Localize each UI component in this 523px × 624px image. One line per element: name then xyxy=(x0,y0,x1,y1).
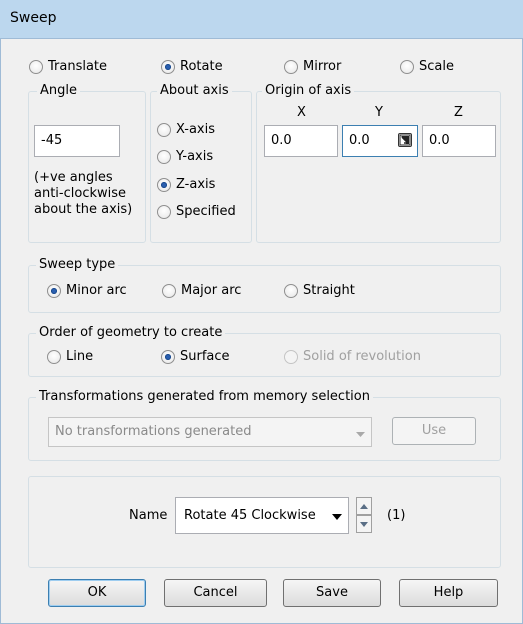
radio-straight-label: Straight xyxy=(303,283,355,298)
transformations-dropdown-value: No transformations generated xyxy=(55,424,252,439)
radio-line[interactable] xyxy=(47,350,61,364)
use-button[interactable]: Use xyxy=(392,417,476,445)
radio-y-axis[interactable] xyxy=(157,150,171,164)
spin-down-icon xyxy=(360,522,368,527)
radio-surface-label: Surface xyxy=(180,349,230,364)
origin-x-label: X xyxy=(297,105,306,120)
ok-button[interactable]: OK xyxy=(48,579,146,607)
radio-scale-label: Scale xyxy=(419,59,454,74)
title-bar[interactable] xyxy=(0,0,523,39)
radio-scale[interactable] xyxy=(400,60,414,74)
name-label: Name xyxy=(129,508,168,523)
radio-minor-arc[interactable] xyxy=(47,284,61,298)
radio-solid-of-revolution-label: Solid of revolution xyxy=(303,349,421,364)
radio-rotate[interactable] xyxy=(161,60,175,74)
origin-z-label: Z xyxy=(454,105,463,120)
radio-translate[interactable] xyxy=(29,60,43,74)
radio-y-axis-label: Y-axis xyxy=(176,149,214,164)
radio-minor-arc-label: Minor arc xyxy=(66,283,127,298)
spin-up-button[interactable] xyxy=(356,497,372,515)
name-combo-value: Rotate 45 Clockwise xyxy=(184,508,316,523)
radio-surface[interactable] xyxy=(161,350,175,364)
radio-z-axis[interactable] xyxy=(157,178,171,192)
order-group-label: Order of geometry to create xyxy=(36,325,226,340)
radio-line-label: Line xyxy=(66,349,94,364)
angle-group-label: Angle xyxy=(37,83,80,98)
spin-down-button[interactable] xyxy=(356,515,372,533)
radio-z-axis-label: Z-axis xyxy=(176,177,216,192)
origin-y-label: Y xyxy=(375,105,383,120)
transformations-dropdown[interactable]: No transformations generated xyxy=(48,417,372,447)
radio-specified[interactable] xyxy=(157,205,171,219)
radio-solid-of-revolution[interactable] xyxy=(284,350,298,364)
sweep-type-group-label: Sweep type xyxy=(36,257,119,272)
name-combo-arrow-icon xyxy=(332,514,342,520)
radio-straight[interactable] xyxy=(284,284,298,298)
help-button[interactable]: Help xyxy=(399,579,498,607)
origin-z-input[interactable]: 0.0 xyxy=(422,125,496,157)
radio-specified-label: Specified xyxy=(176,204,236,219)
angle-input[interactable]: -45 xyxy=(34,125,120,157)
radio-translate-label: Translate xyxy=(48,59,108,74)
radio-major-arc[interactable] xyxy=(162,284,176,298)
spin-up-icon xyxy=(360,504,368,509)
angle-group xyxy=(28,91,146,243)
about-axis-group-label: About axis xyxy=(157,83,232,98)
pick-arrow-icon xyxy=(399,134,411,146)
radio-x-axis[interactable] xyxy=(157,123,171,137)
dropdown-arrow-icon xyxy=(356,427,365,442)
name-count: (1) xyxy=(387,508,406,523)
about-axis-group xyxy=(150,91,252,243)
name-combo[interactable]: Rotate 45 Clockwise xyxy=(175,497,349,534)
origin-x-input[interactable]: 0.0 xyxy=(264,125,338,157)
pick-icon[interactable] xyxy=(398,133,412,147)
save-button[interactable]: Save xyxy=(283,579,381,607)
radio-mirror-label: Mirror xyxy=(303,59,342,74)
transformations-group-label: Transformations generated from memory se… xyxy=(36,389,373,404)
angle-note: (+ve angles anti-clockwise about the axi… xyxy=(34,170,133,217)
dialog-title: Sweep xyxy=(10,10,57,26)
cancel-button[interactable]: Cancel xyxy=(164,579,267,607)
radio-major-arc-label: Major arc xyxy=(181,283,242,298)
radio-mirror[interactable] xyxy=(284,60,298,74)
radio-rotate-label: Rotate xyxy=(180,59,223,74)
radio-x-axis-label: X-axis xyxy=(176,122,215,137)
origin-group-label: Origin of axis xyxy=(262,83,355,98)
